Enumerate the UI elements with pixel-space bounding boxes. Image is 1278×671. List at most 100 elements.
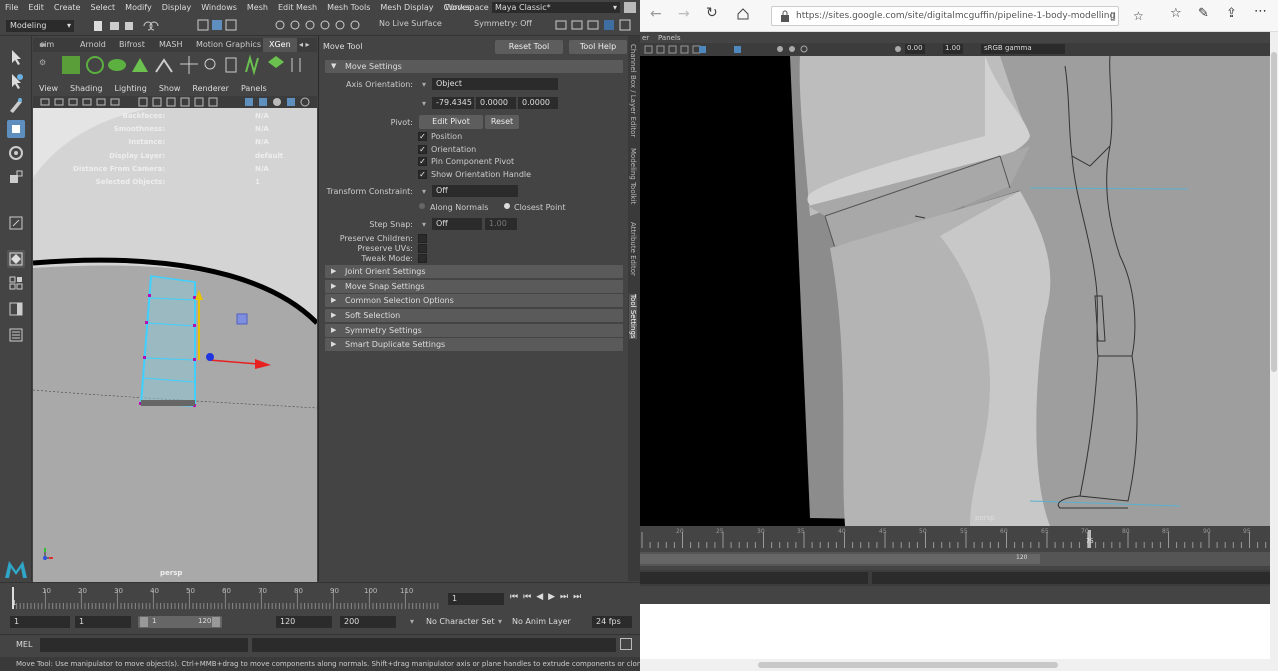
edit-pivot-button[interactable]: Edit Pivot <box>419 115 483 129</box>
fps-dropdown[interactable]: 24 fps <box>592 616 632 628</box>
menu-windows[interactable]: Windows <box>196 3 242 12</box>
layout-two-icon[interactable] <box>7 300 25 318</box>
position-checkbox[interactable]: ✓ <box>418 132 427 141</box>
range-handle-end[interactable] <box>212 617 220 627</box>
lock-icon[interactable] <box>624 2 636 13</box>
viewport-icon-bar[interactable] <box>33 96 317 108</box>
move-tool-icon[interactable] <box>7 120 25 138</box>
mel-label[interactable]: MEL <box>16 640 32 649</box>
share-icon[interactable]: ⇪ <box>1226 6 1237 21</box>
snap-icons[interactable] <box>272 18 368 32</box>
select-tool-icon[interactable] <box>7 48 25 66</box>
mel-input[interactable] <box>40 638 248 652</box>
scale-tool-icon[interactable] <box>7 168 25 186</box>
tab-tool-settings[interactable]: Tool Settings <box>629 294 637 339</box>
playback-start-field[interactable]: 1 <box>75 616 131 628</box>
character-set-dropdown[interactable]: No Character Set <box>426 617 495 626</box>
vertical-scrollbar[interactable] <box>1270 32 1278 662</box>
section-common-selection[interactable]: ▶ Common Selection Options <box>325 294 623 307</box>
pin-component-pivot-checkbox[interactable]: ✓ <box>418 157 427 166</box>
menu-mesh-tools[interactable]: Mesh Tools <box>322 3 375 12</box>
persp-viewport[interactable]: Backfaces: N/A Smoothness: N/A Instance: N/… <box>33 108 317 582</box>
section-soft-selection[interactable]: ▶ Soft Selection <box>325 309 623 322</box>
pen-icon[interactable]: ✎ <box>1198 6 1209 21</box>
menuset-dropdown[interactable]: Modeling ▾ <box>6 20 74 32</box>
axis-x-field[interactable]: -79.4345 <box>432 97 474 109</box>
section-smart-duplicate[interactable]: ▶ Smart Duplicate Settings <box>325 338 623 351</box>
script-editor-icon[interactable] <box>620 638 632 650</box>
section-move-settings[interactable]: ▼ Move Settings <box>325 60 623 73</box>
paint-select-icon[interactable] <box>7 96 25 114</box>
anim-layer-dropdown[interactable]: No Anim Layer <box>512 617 571 626</box>
tool-help-button[interactable]: Tool Help <box>569 40 627 54</box>
reset-tool-button[interactable]: Reset Tool <box>495 40 563 54</box>
file-icons[interactable] <box>92 20 172 32</box>
section-symmetry[interactable]: ▶ Symmetry Settings <box>325 324 623 337</box>
shelf-tab-bifrost[interactable]: Bifrost <box>119 40 145 49</box>
live-surface[interactable]: No Live Surface <box>379 19 442 28</box>
anim-start-field[interactable]: 1 <box>10 616 70 628</box>
menu-mesh[interactable]: Mesh <box>242 3 273 12</box>
xgen-shelf-icons[interactable] <box>40 54 316 78</box>
section-joint-orient[interactable]: ▶ Joint Orient Settings <box>325 265 623 278</box>
playback-end-field[interactable]: 120 <box>276 616 332 628</box>
axis-z-field[interactable]: 0.0000 <box>518 97 558 109</box>
menu-mesh-display[interactable]: Mesh Display <box>375 3 438 12</box>
vp-menu-renderer[interactable]: Renderer <box>186 84 235 96</box>
shelf-tab-xgen[interactable]: XGen <box>263 38 297 52</box>
shelf-tab-arnold[interactable]: Arnold <box>80 40 106 49</box>
menu-edit-mesh[interactable]: Edit Mesh <box>273 3 322 12</box>
favorite-star-icon[interactable]: ☆ <box>1133 7 1144 25</box>
lasso-tool-icon[interactable] <box>7 72 25 90</box>
time-slider[interactable]: 1 10 20 30 40 50 60 70 80 90 100 110 1 ⏮… <box>0 582 640 612</box>
shelf-scroll-icon[interactable]: ◂ ▸ <box>299 40 310 49</box>
more-icon[interactable]: ⋯ <box>1254 4 1267 19</box>
closest-point-radio[interactable] <box>504 203 510 209</box>
tab-modeling-toolkit[interactable]: Modeling Toolkit <box>629 148 637 204</box>
rotate-tool-icon[interactable] <box>7 144 25 162</box>
vp-menu-lighting[interactable]: Lighting <box>108 84 152 96</box>
horizontal-scrollbar[interactable] <box>640 659 1278 671</box>
home-icon[interactable] <box>736 7 750 21</box>
preserve-uvs-checkbox[interactable] <box>418 244 427 253</box>
section-move-snap[interactable]: ▶ Move Snap Settings <box>325 280 623 293</box>
along-normals-radio[interactable] <box>419 203 425 209</box>
menu-file[interactable]: File <box>0 3 23 12</box>
tweak-mode-checkbox[interactable] <box>418 254 427 263</box>
menu-modify[interactable]: Modify <box>120 3 157 12</box>
menu-create[interactable]: Create <box>49 3 86 12</box>
address-bar[interactable]: https://sites.google.com/site/digitalmcg… <box>771 6 1144 26</box>
last-tool-icon[interactable] <box>7 214 25 232</box>
scroll-thumb[interactable] <box>1271 52 1277 372</box>
favorites-hub-icon[interactable]: ☆ <box>1170 6 1182 21</box>
step-snap-amount[interactable]: 1.00 <box>485 218 517 230</box>
range-handle-start[interactable] <box>140 617 148 627</box>
shelf-tab-motion-graphics[interactable]: Motion Graphics <box>196 40 261 49</box>
current-frame-field[interactable]: 1 <box>448 593 504 605</box>
tab-channel-box[interactable]: Channel Box / Layer Editor <box>629 44 637 137</box>
menu-select[interactable]: Select <box>85 3 120 12</box>
tab-attribute-editor[interactable]: Attribute Editor <box>629 222 637 276</box>
show-orientation-handle-checkbox[interactable]: ✓ <box>418 170 427 179</box>
menu-display[interactable]: Display <box>157 3 197 12</box>
playback-controls-icon[interactable]: ⏮⏮◀▶⏭⏭ <box>510 592 586 602</box>
layout-single-icon[interactable] <box>7 250 25 268</box>
outliner-icon[interactable] <box>7 326 25 344</box>
preserve-children-checkbox[interactable] <box>418 234 427 243</box>
back-icon[interactable]: ← <box>650 6 662 22</box>
refresh-icon[interactable]: ↻ <box>706 5 718 21</box>
vp-menu-view[interactable]: View <box>33 84 64 96</box>
forward-icon[interactable]: → <box>678 6 690 22</box>
shelf-tab-mash[interactable]: MASH <box>159 40 182 49</box>
orientation-checkbox[interactable]: ✓ <box>418 145 427 154</box>
symmetry-status[interactable]: Symmetry: Off <box>474 19 532 28</box>
menu-edit[interactable]: Edit <box>23 3 49 12</box>
layout-four-icon[interactable] <box>7 274 25 292</box>
scroll-thumb[interactable] <box>758 662 1058 668</box>
workspace-dropdown[interactable]: Maya Classic* ▾ <box>492 2 620 13</box>
axis-orientation-field[interactable]: Object <box>432 78 558 90</box>
vp-menu-shading[interactable]: Shading <box>64 84 109 96</box>
step-snap-field[interactable]: Off <box>432 218 482 230</box>
selection-mode-icons[interactable] <box>196 18 246 32</box>
reset-pivot-button[interactable]: Reset <box>485 115 519 129</box>
